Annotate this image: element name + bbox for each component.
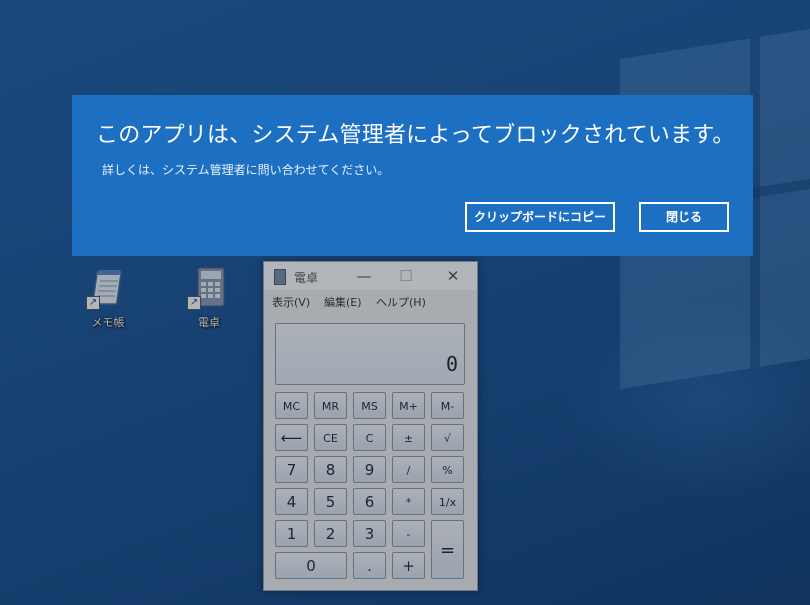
- dialog-heading: このアプリは、システム管理者によってブロックされています。: [96, 123, 735, 148]
- dialog-body-text: 詳しくは、システム管理者に問い合わせてください。: [102, 163, 390, 177]
- screen-dim-overlay: [0, 0, 810, 605]
- app-blocked-dialog: このアプリは、システム管理者によってブロックされています。 詳しくは、システム管…: [72, 95, 753, 256]
- copy-to-clipboard-button[interactable]: クリップボードにコピー: [465, 202, 615, 232]
- close-dialog-button[interactable]: 閉じる: [639, 202, 729, 232]
